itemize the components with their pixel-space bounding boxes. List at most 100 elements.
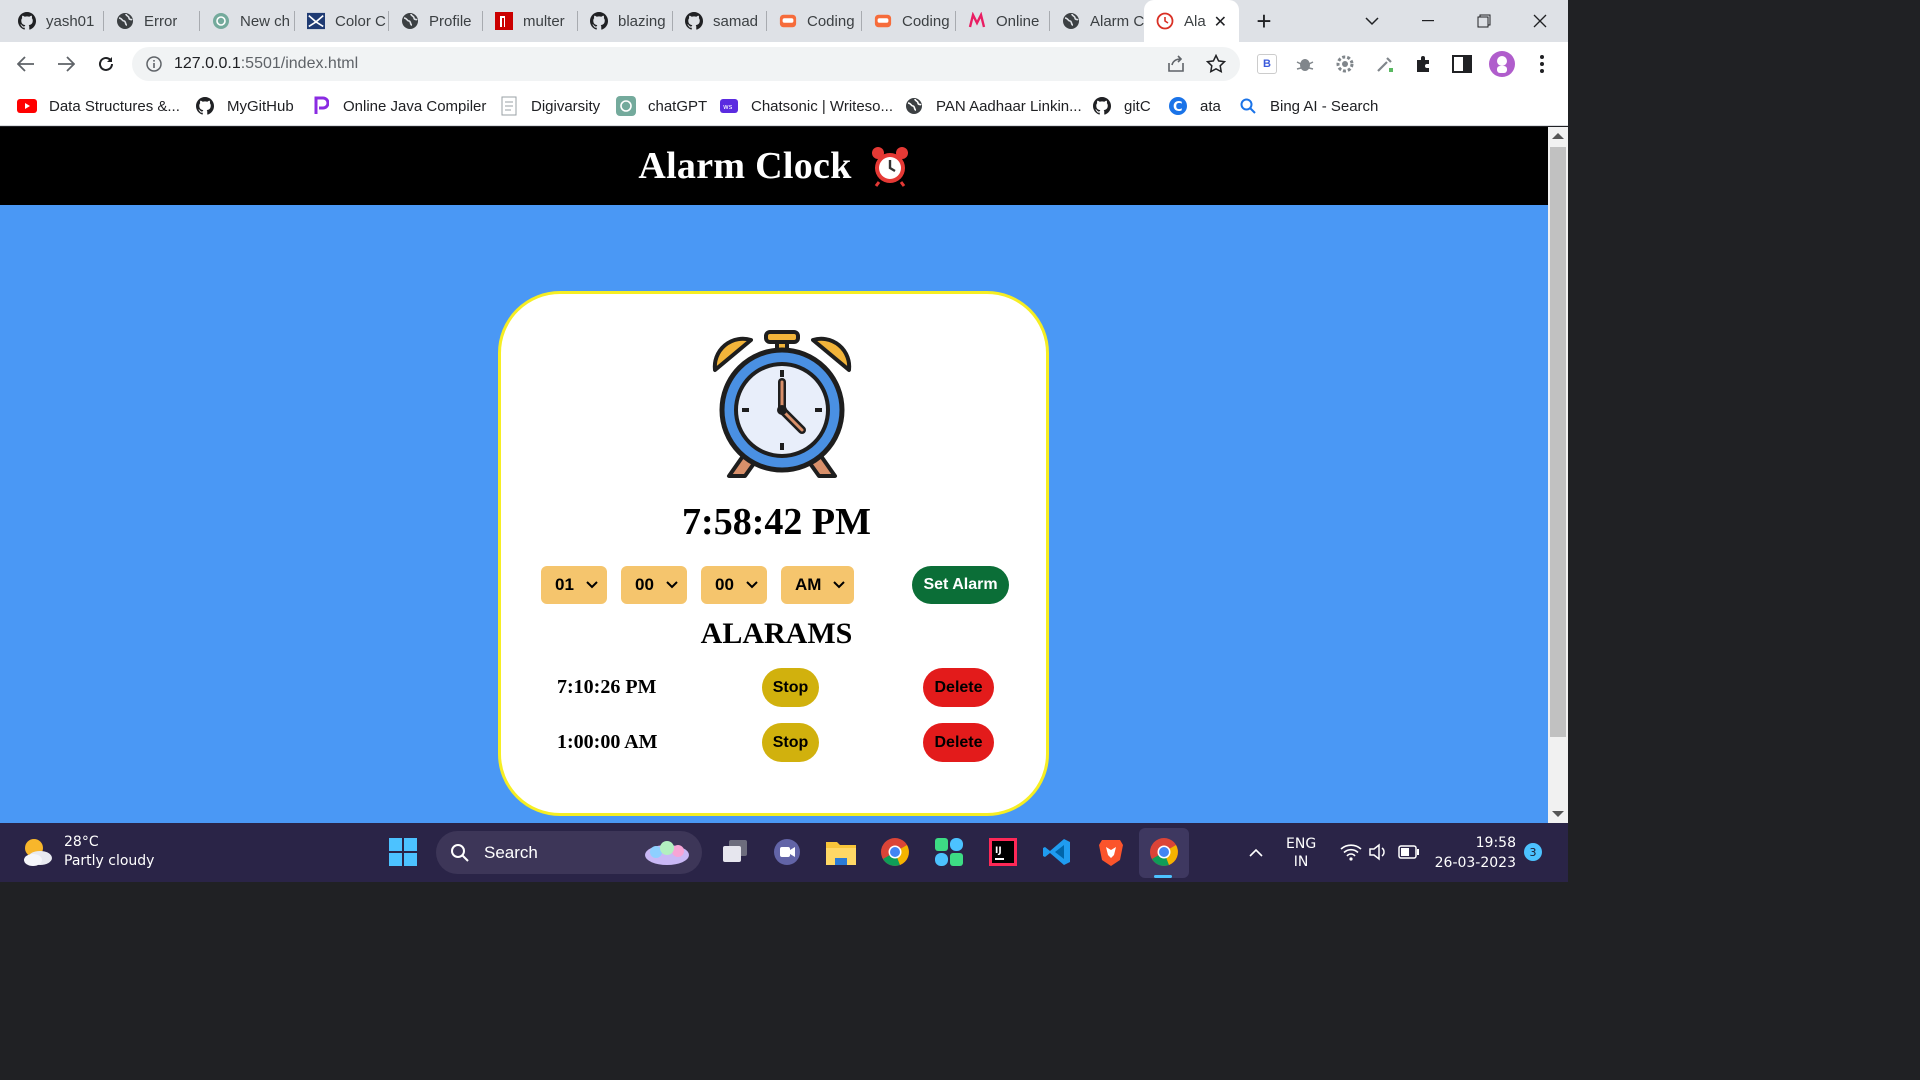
bookmark-2[interactable]: Online Java Compiler	[311, 94, 486, 118]
tab-3[interactable]: Color C	[295, 0, 389, 42]
scroll-up-arrow-icon[interactable]	[1552, 133, 1564, 139]
tab-label: Alarm C	[1090, 12, 1144, 30]
alarms-heading: ALARAMS	[700, 617, 853, 650]
language-indicator[interactable]: ENG IN	[1286, 835, 1316, 871]
notification-badge[interactable]: 3	[1524, 843, 1542, 861]
stop-alarm-button[interactable]: Stop	[762, 668, 819, 707]
task-view-icon[interactable]	[718, 835, 752, 869]
tab-6[interactable]: blazing	[578, 0, 673, 42]
tab-8[interactable]: Coding	[767, 0, 862, 42]
tab-10[interactable]: Online	[956, 0, 1050, 42]
vscode-icon[interactable]	[1040, 835, 1074, 869]
side-panel-icon[interactable]	[1450, 52, 1474, 76]
browser-menu-icon[interactable]	[1530, 52, 1554, 76]
tab-5[interactable]: multer	[483, 0, 578, 42]
tab-search-chevron-icon[interactable]	[1346, 0, 1398, 42]
page-scrollbar[interactable]	[1548, 127, 1568, 823]
alarm-time: 7:10:26 PM	[557, 676, 657, 698]
search-icon	[1238, 96, 1258, 116]
share-icon[interactable]	[1166, 55, 1186, 78]
tab-7[interactable]: samad	[673, 0, 767, 42]
restore-icon[interactable]	[1458, 0, 1510, 42]
delete-alarm-button[interactable]: Delete	[923, 668, 994, 707]
minimize-icon[interactable]	[1402, 0, 1454, 42]
ampm-select[interactable]: AM	[781, 566, 854, 604]
chrome-icon[interactable]	[878, 835, 912, 869]
tab-label: Coding	[807, 12, 855, 30]
delete-alarm-button[interactable]: Delete	[923, 723, 994, 762]
brave-icon[interactable]	[1094, 835, 1128, 869]
color-icon	[307, 12, 325, 30]
chrome-active-icon[interactable]	[1147, 835, 1181, 869]
intellij-icon[interactable]: IJ	[986, 835, 1020, 869]
close-window-icon[interactable]	[1514, 0, 1566, 42]
file-explorer-icon[interactable]	[824, 835, 858, 869]
tab-label: Color C	[335, 12, 386, 30]
windows-start-icon[interactable]	[386, 835, 420, 869]
wifi-icon[interactable]	[1340, 843, 1362, 865]
m-icon	[968, 12, 986, 30]
search-highlight-icon	[645, 841, 689, 865]
extension-b-icon[interactable]: B	[1255, 52, 1279, 76]
bookmark-4[interactable]: chatGPT	[616, 94, 707, 118]
youtube-icon	[17, 96, 37, 116]
teams-chat-icon[interactable]	[770, 835, 804, 869]
close-tab-icon[interactable]: ✕	[1214, 12, 1227, 32]
bookmark-0[interactable]: Data Structures &...	[17, 94, 180, 118]
bug-extension-icon[interactable]	[1293, 52, 1317, 76]
set-alarm-button[interactable]: Set Alarm	[912, 566, 1009, 604]
back-icon[interactable]	[10, 48, 42, 80]
app-grid-icon[interactable]	[932, 835, 966, 869]
github-icon	[195, 96, 215, 116]
bookmark-6[interactable]: PAN Aadhaar Linkin...	[904, 94, 1082, 118]
bookmark-5[interactable]: ws Chatsonic | Writeso...	[719, 94, 893, 118]
coding-ninjas-icon	[874, 12, 892, 30]
tab-11[interactable]: Alarm C	[1050, 0, 1144, 42]
taskbar-search[interactable]: Search	[436, 831, 702, 874]
bookmark-star-icon[interactable]	[1205, 53, 1227, 79]
bookmark-9[interactable]: Bing AI - Search	[1238, 94, 1378, 118]
show-hidden-icons-icon[interactable]	[1248, 845, 1264, 861]
bookmark-1[interactable]: MyGitHub	[195, 94, 294, 118]
scroll-down-arrow-icon[interactable]	[1552, 811, 1564, 817]
stop-alarm-button[interactable]: Stop	[762, 723, 819, 762]
volume-icon[interactable]	[1368, 843, 1388, 865]
tab-1[interactable]: Error	[104, 0, 200, 42]
second-select[interactable]: 00	[701, 566, 767, 604]
bookmark-7[interactable]: gitC	[1092, 94, 1151, 118]
hour-select[interactable]: 01	[541, 566, 607, 604]
tab-12-active[interactable]: Ala ✕	[1144, 0, 1239, 42]
address-bar[interactable]: 127.0.0.1:5501/index.html	[132, 47, 1240, 81]
alarm-time: 1:00:00 AM	[557, 731, 658, 753]
tab-label: Profile	[429, 12, 472, 30]
tab-2[interactable]: New ch	[200, 0, 295, 42]
npm-icon	[495, 12, 513, 30]
ampm-select-value: AM	[795, 575, 822, 594]
profile-avatar[interactable]	[1489, 51, 1515, 77]
tab-label: Ala	[1184, 12, 1206, 30]
minute-select[interactable]: 00	[621, 566, 687, 604]
scrollbar-thumb[interactable]	[1550, 147, 1566, 737]
programiz-icon	[311, 96, 331, 116]
bookmark-8[interactable]: Cata	[1168, 94, 1221, 118]
extensions-puzzle-icon[interactable]	[1411, 52, 1435, 76]
clock-date[interactable]: 19:58 26-03-2023	[1432, 833, 1516, 873]
page-viewport: Alarm Clock 7:58:42 PM 01 00 00 AM Set A…	[0, 127, 1548, 823]
globe-icon	[401, 12, 419, 30]
second-select-value: 00	[715, 575, 734, 594]
tab-9[interactable]: Coding	[862, 0, 956, 42]
gear-extension-icon[interactable]	[1333, 52, 1357, 76]
eyedropper-extension-icon[interactable]	[1373, 52, 1397, 76]
github-icon	[1092, 96, 1112, 116]
bookmark-3[interactable]: Digivarsity	[499, 94, 600, 118]
svg-text:ws: ws	[723, 103, 733, 111]
tab-0[interactable]: yash01	[6, 0, 104, 42]
tab-4[interactable]: Profile	[389, 0, 483, 42]
new-tab-button[interactable]: +	[1240, 0, 1288, 42]
forward-icon[interactable]	[50, 48, 82, 80]
tab-label: blazing	[618, 12, 666, 30]
reload-icon[interactable]	[90, 48, 122, 80]
site-info-icon[interactable]	[146, 56, 162, 77]
battery-icon[interactable]	[1398, 845, 1420, 863]
weather-widget[interactable]: 28°C Partly cloudy	[20, 833, 154, 871]
